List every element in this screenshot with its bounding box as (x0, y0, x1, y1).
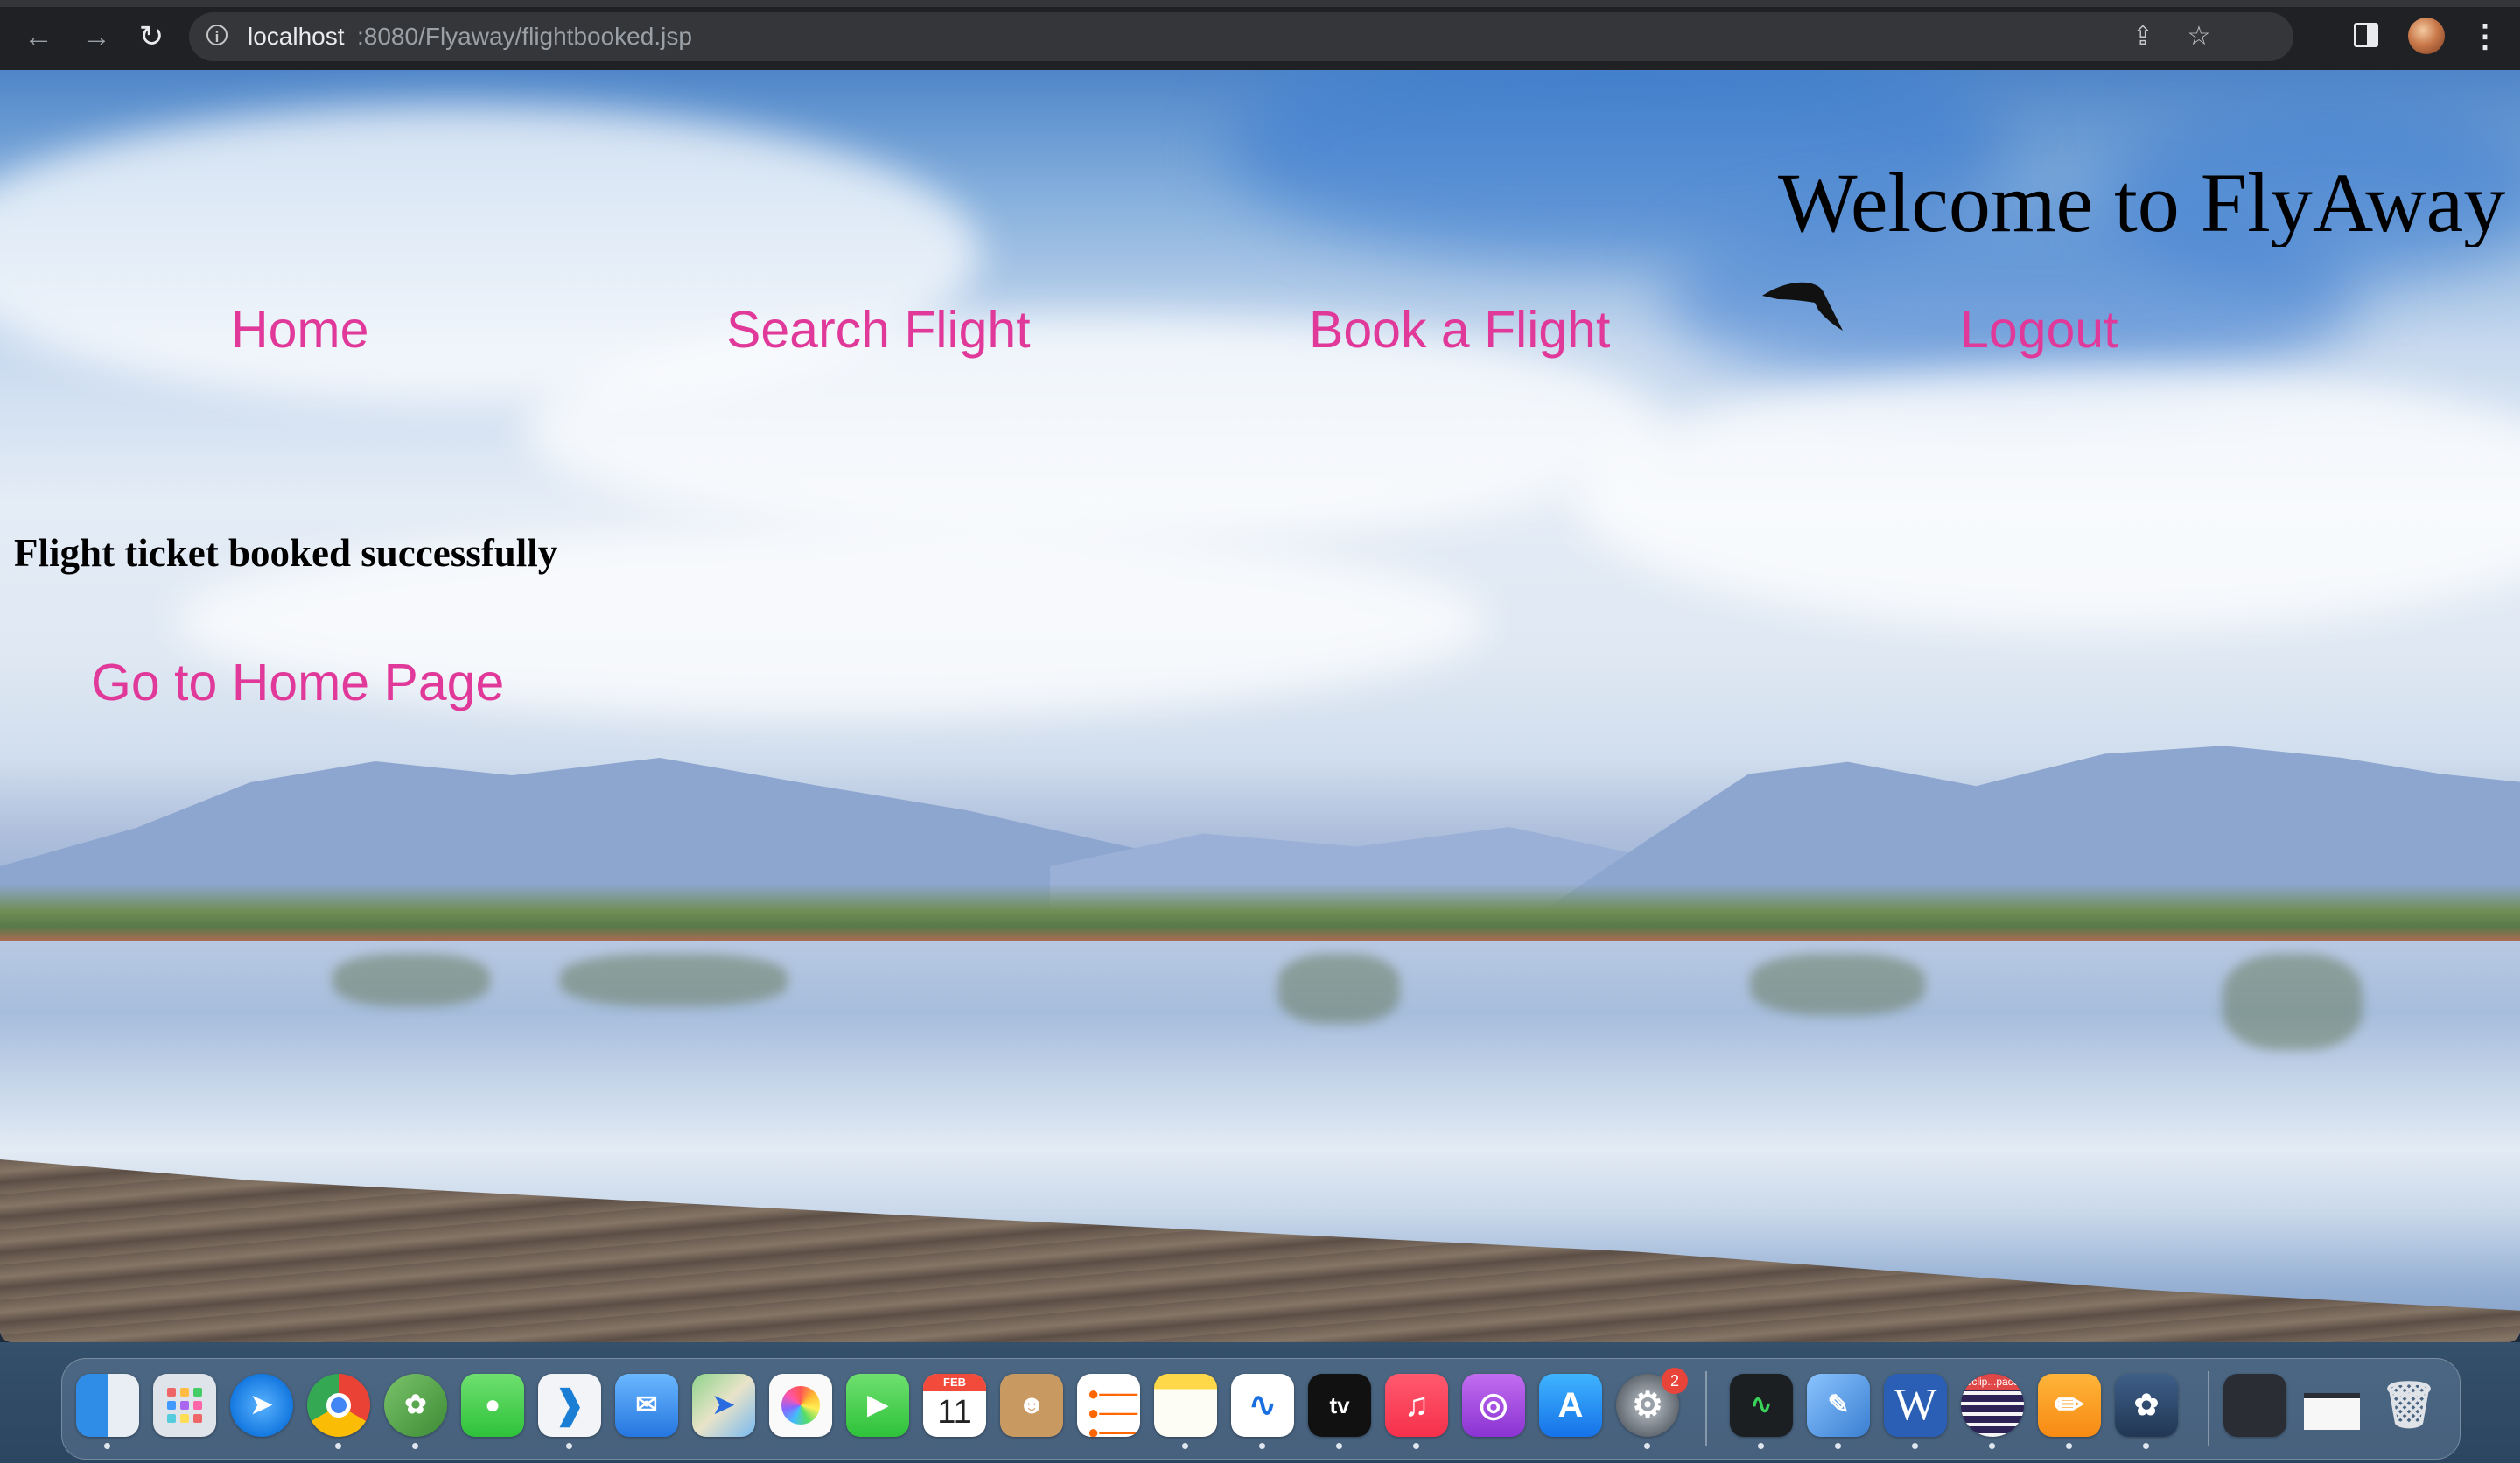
booking-success-message: Flight ticket booked successfully (14, 531, 558, 575)
word-icon[interactable]: W (1884, 1374, 1947, 1437)
running-indicator (566, 1443, 572, 1449)
running-indicator (412, 1443, 418, 1449)
eclipse-icon[interactable]: eclip...pace (1961, 1374, 2024, 1437)
running-indicator (1259, 1443, 1265, 1449)
reflection (2222, 954, 2362, 1050)
messages-icon[interactable]: ● (461, 1374, 524, 1437)
maps-icon[interactable]: ➤ (692, 1374, 755, 1437)
calendar-month: FEB (923, 1374, 986, 1391)
info-icon[interactable]: i (206, 24, 228, 46)
safari-icon[interactable]: ➤ (230, 1374, 293, 1437)
music-icon[interactable]: ♫ (1385, 1374, 1448, 1437)
page-title: Welcome to FlyAway (1778, 159, 2506, 247)
eclipse-label: eclip...pace (1961, 1374, 2024, 1390)
running-indicator (1182, 1443, 1188, 1449)
running-indicator (104, 1443, 110, 1449)
preview-icon[interactable]: ✎ (1807, 1374, 1870, 1437)
nav-book-flight-link[interactable]: Book a Flight (1309, 299, 1610, 360)
nav-logout-link[interactable]: Logout (1960, 299, 2118, 360)
mysql-workbench-icon[interactable]: ✿ (2115, 1374, 2178, 1437)
menu-icon[interactable]: ⋮ (2469, 18, 2501, 54)
running-indicator (1989, 1443, 1995, 1449)
share-icon[interactable]: ⇪ (2127, 21, 2159, 52)
reflection (332, 954, 490, 1006)
running-indicator (335, 1443, 341, 1449)
activity-monitor-icon[interactable]: ∿ (1730, 1374, 1793, 1437)
vscode-icon[interactable]: ❱ (538, 1374, 601, 1437)
reflection (1278, 954, 1400, 1024)
running-indicator (1912, 1443, 1918, 1449)
podcasts-icon[interactable]: ◎ (1462, 1374, 1525, 1437)
window-thumbnail-icon[interactable] (2300, 1374, 2363, 1437)
back-icon[interactable]: ← (21, 19, 56, 54)
running-indicator (1644, 1443, 1650, 1449)
app-store-icon[interactable]: A (1539, 1374, 1602, 1437)
contacts-icon[interactable]: ☻ (1000, 1374, 1063, 1437)
dock-separator (1705, 1371, 1707, 1446)
word-label: W (1894, 1380, 1937, 1430)
running-indicator (2066, 1443, 2072, 1449)
apple-tv-label: tv (1329, 1392, 1350, 1418)
running-indicator (1413, 1443, 1419, 1449)
dock: ➤ ✿ ● ❱ ✉ ➤ ▶ FEB 11 ☻ ●—— ●—— ●—— ∿ tv ♫ … (61, 1358, 2460, 1460)
side-panel-icon[interactable] (2354, 23, 2378, 47)
url-host: localhost (248, 23, 345, 50)
desktop-wallpaper: ➤ ✿ ● ❱ ✉ ➤ ▶ FEB 11 ☻ ●—— ●—— ●—— ∿ tv ♫ … (0, 1342, 2520, 1463)
dock-separator (2208, 1371, 2209, 1446)
cloud (1575, 368, 2520, 630)
url-path: :8080/Flyaway/flightbooked.jsp (357, 23, 692, 50)
star-icon[interactable]: ☆ (2183, 21, 2215, 52)
reflection (560, 954, 788, 1006)
running-indicator (1336, 1443, 1342, 1449)
screenshot-window-icon[interactable] (2223, 1374, 2286, 1437)
profile-avatar[interactable] (2408, 18, 2445, 54)
calendar-icon[interactable]: FEB 11 (923, 1374, 986, 1437)
bird-icon (1762, 282, 1843, 331)
reflection (1750, 954, 1925, 1015)
mail-icon[interactable]: ✉ (615, 1374, 678, 1437)
facetime-icon[interactable]: ▶ (846, 1374, 909, 1437)
chrome-icon[interactable] (307, 1374, 370, 1437)
trash-icon[interactable]: 🗑 (2377, 1374, 2440, 1437)
reminders-icon[interactable]: ●—— ●—— ●—— (1077, 1374, 1140, 1437)
forward-icon[interactable]: → (79, 19, 114, 54)
finder-icon[interactable] (76, 1374, 139, 1437)
running-indicator (1835, 1443, 1841, 1449)
settings-notification-badge: 2 (1662, 1368, 1688, 1394)
freeform-icon[interactable]: ∿ (1231, 1374, 1294, 1437)
spring-tool-suite-icon[interactable]: ✿ (384, 1374, 447, 1437)
photos-icon[interactable] (769, 1374, 832, 1437)
launchpad-icon[interactable] (153, 1374, 216, 1437)
apple-tv-icon[interactable]: tv (1308, 1374, 1371, 1437)
nav-search-flight-link[interactable]: Search Flight (726, 299, 1031, 360)
running-indicator (1758, 1443, 1764, 1449)
go-home-link[interactable]: Go to Home Page (91, 651, 504, 714)
running-indicator (2143, 1443, 2149, 1449)
nav-home-link[interactable]: Home (231, 299, 368, 360)
notes-icon[interactable] (1154, 1374, 1217, 1437)
reload-icon[interactable]: ↻ (134, 19, 169, 54)
browser-toolbar: ← → ↻ i localhost :8080/Flyaway/flightbo… (0, 0, 2520, 70)
address-bar[interactable]: i localhost :8080/Flyaway/flightbooked.j… (189, 12, 2293, 61)
shoreline-trees (0, 884, 2520, 945)
page-viewport: Welcome to FlyAway Home Search Flight Bo… (0, 70, 2520, 1342)
pages-icon[interactable]: ✏ (2038, 1374, 2101, 1437)
calendar-day: 11 (937, 1394, 972, 1431)
tab-strip (0, 0, 2520, 7)
